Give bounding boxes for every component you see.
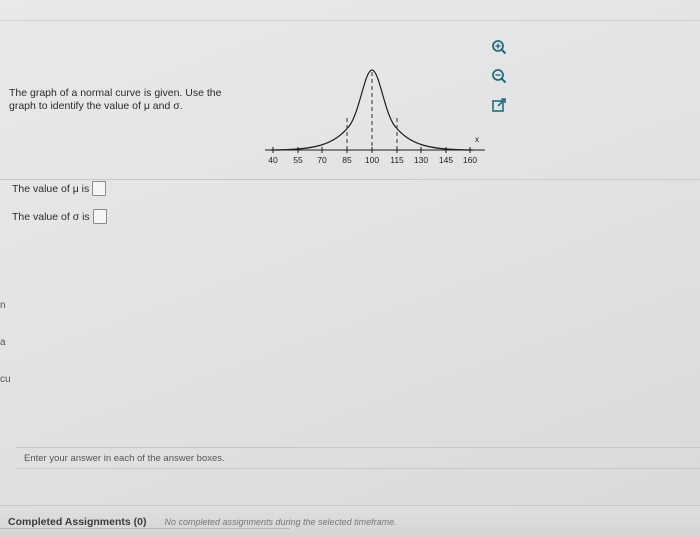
zoom-in-icon[interactable] bbox=[490, 38, 508, 56]
normal-curve-graph: x 40 55 70 85 100 115 130 145 160 bbox=[265, 69, 485, 165]
mu-answer-row: The value of μ is bbox=[12, 181, 107, 196]
footer-bar: Completed Assignments (0) No completed a… bbox=[0, 505, 700, 537]
tick-label: 100 bbox=[365, 155, 379, 165]
tick-label: 145 bbox=[439, 155, 453, 165]
tick-label: 55 bbox=[293, 155, 303, 165]
completed-assignments-title[interactable]: Completed Assignments (0) bbox=[8, 516, 146, 528]
mu-answer-label: The value of μ is bbox=[12, 182, 90, 195]
completed-assignments-note: No completed assignments during the sele… bbox=[164, 516, 397, 527]
top-divider bbox=[0, 20, 700, 21]
left-fragment-text: cu bbox=[0, 374, 11, 385]
tick-label: 130 bbox=[414, 155, 428, 165]
sigma-answer-input[interactable] bbox=[92, 209, 107, 224]
popout-icon[interactable] bbox=[490, 96, 508, 114]
sigma-answer-label: The value of σ is bbox=[12, 210, 90, 223]
left-fragment-text: a bbox=[0, 337, 6, 348]
tick-label: 160 bbox=[463, 155, 477, 165]
tick-label: 115 bbox=[390, 155, 404, 165]
sigma-answer-row: The value of σ is bbox=[12, 209, 107, 224]
tick-label: 70 bbox=[317, 155, 327, 165]
zoom-out-icon[interactable] bbox=[490, 67, 508, 85]
footer-underline bbox=[0, 528, 290, 529]
tick-label: 85 bbox=[342, 155, 352, 165]
section-divider bbox=[0, 179, 700, 180]
x-axis-label: x bbox=[475, 135, 479, 144]
instruction-bar: Enter your answer in each of the answer … bbox=[16, 447, 700, 469]
tick-label: 40 bbox=[268, 155, 278, 165]
left-fragment-text: n bbox=[0, 300, 6, 311]
mu-answer-input[interactable] bbox=[92, 181, 107, 196]
question-prompt: The graph of a normal curve is given. Us… bbox=[9, 87, 222, 112]
